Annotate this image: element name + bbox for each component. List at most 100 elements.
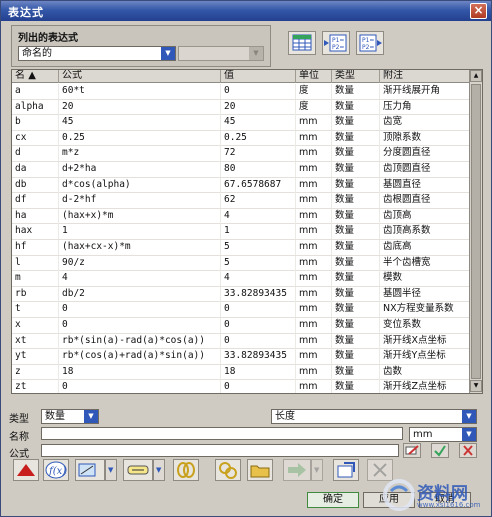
table-row[interactable]: yt rb*(cos(a)+rad(a)*sin(a)) 33.82893435 mm… <box>12 349 470 365</box>
table-cell: 0 <box>221 318 296 333</box>
watermark: 资料网 www.xsi1616.com <box>381 477 491 515</box>
column-header-comment[interactable]: 附注 <box>380 70 470 83</box>
type-dropdown[interactable]: 数量 ▼ <box>41 409 99 424</box>
table-cell: 模数 <box>380 271 470 287</box>
name-input[interactable] <box>41 427 403 440</box>
table-cell: 67.6578687 <box>221 177 296 193</box>
table-cell: 数量 <box>332 146 380 162</box>
table-cell: b <box>12 115 59 131</box>
table-row[interactable]: rb db/2 33.82893435 mm 数量 基圆半径 <box>12 286 470 303</box>
function-button[interactable]: f(x) <box>43 459 69 481</box>
table-row[interactable]: cx 0.25 0.25 mm 数量 顶隙系数 <box>12 130 470 147</box>
measure-dropdown-arrow[interactable]: ▼ <box>105 459 117 481</box>
table-row[interactable]: da d+2*ha 80 mm 数量 齿顶圆直径 <box>12 162 470 178</box>
chevron-down-icon[interactable]: ▼ <box>462 410 476 423</box>
table-cell: 80 <box>221 162 296 177</box>
table-row[interactable]: t 0 0 mm 数量 NX方程变量系数 <box>12 302 470 318</box>
table-cell: 4 <box>59 271 221 287</box>
table-cell: 0 <box>59 318 221 333</box>
reference-button[interactable] <box>123 459 153 481</box>
expressions-table[interactable]: 名 ▲ 公式 值 单位 类型 附注 a 60*t 0 度数量 渐开线展开角 alpha 20… <box>11 69 483 394</box>
table-row[interactable]: d m*z 72 mm 数量 分度圆直径 <box>12 146 470 162</box>
column-header-unit[interactable]: 单位 <box>296 70 332 83</box>
table-cell: 渐开线展开角 <box>380 84 470 99</box>
refresh-button[interactable] <box>333 459 359 481</box>
chevron-down-icon[interactable]: ▼ <box>84 410 98 423</box>
move-up-button[interactable] <box>13 459 39 481</box>
spreadsheet-icon <box>292 34 312 51</box>
accept-edit-button[interactable] <box>431 443 449 458</box>
table-cell: 1 <box>221 224 296 240</box>
table-cell: 数量 <box>332 240 380 255</box>
scroll-up-icon[interactable]: ▲ <box>470 70 482 82</box>
scroll-down-icon[interactable]: ▼ <box>470 380 482 392</box>
table-cell: 数量 <box>332 364 380 380</box>
table-row[interactable]: xt rb*(sin(a)-rad(a)*cos(a)) 0 mm 数量 渐开线X点坐标 <box>12 333 470 350</box>
table-cell: yt <box>12 349 59 365</box>
checkmark-icon <box>434 445 446 457</box>
vertical-scrollbar[interactable]: ▲ ▼ <box>469 70 482 393</box>
export-expressions-button[interactable]: P1= P2= <box>356 31 384 55</box>
table-row[interactable]: df d-2*hf 62 mm 数量 齿根圆直径 <box>12 193 470 209</box>
table-cell: hax <box>12 224 59 240</box>
table-row[interactable]: x 0 0 mm 数量 变位系数 <box>12 318 470 334</box>
filter-dropdown[interactable]: 命名的 ▼ <box>18 46 176 61</box>
import-expressions-button[interactable]: P1= P2= <box>322 31 350 55</box>
column-header-value[interactable]: 值 <box>221 70 296 83</box>
table-row[interactable]: alpha 20 20 度数量 压力角 <box>12 99 470 116</box>
table-cell: mm <box>296 349 332 365</box>
table-row[interactable]: hf (hax+cx-x)*m 5 mm 数量 齿底高 <box>12 240 470 256</box>
table-row[interactable]: zt 0 0 mm 数量 渐开线Z点坐标 <box>12 380 470 393</box>
column-header-name[interactable]: 名 ▲ <box>12 70 59 83</box>
table-cell: 数量 <box>332 115 380 131</box>
svg-text:P2=: P2= <box>332 44 344 51</box>
formula-input[interactable] <box>41 444 399 457</box>
name-label: 名称 <box>9 432 29 443</box>
table-row[interactable]: b 45 45 mm 数量 齿宽 <box>12 115 470 131</box>
measure-button[interactable] <box>75 459 105 481</box>
table-cell: 数量 <box>332 208 380 224</box>
table-row[interactable]: z 18 18 mm 数量 齿数 <box>12 364 470 381</box>
table-cell: 1 <box>59 224 221 240</box>
ok-button[interactable]: 确定 <box>307 492 359 508</box>
table-row[interactable]: a 60*t 0 度数量 渐开线展开角 <box>12 84 470 100</box>
table-header: 名 ▲ 公式 值 单位 类型 附注 <box>12 70 470 83</box>
edit-link-button[interactable] <box>215 459 241 481</box>
table-cell: rb*(cos(a)+rad(a)*sin(a)) <box>59 349 221 365</box>
chevron-down-icon[interactable]: ▼ <box>161 47 175 60</box>
svg-text:P2=: P2= <box>362 44 374 51</box>
table-cell: d <box>12 146 59 162</box>
dimension-dropdown[interactable]: 长度 ▼ <box>271 409 477 424</box>
title-bar[interactable]: 表达式 × <box>1 1 491 21</box>
table-row[interactable]: db d*cos(alpha) 67.6578687 mm 数量 基圆直径 <box>12 177 470 194</box>
table-cell: 45 <box>59 115 221 131</box>
edit-formula-button[interactable] <box>403 443 421 458</box>
column-header-formula[interactable]: 公式 <box>59 70 221 83</box>
table-cell: 0 <box>221 84 296 99</box>
table-row[interactable]: ha (hax+x)*m 4 mm 数量 齿顶高 <box>12 208 470 225</box>
column-header-type[interactable]: 类型 <box>332 70 380 83</box>
table-row[interactable]: l 90/z 5 mm 数量 半个齿槽宽 <box>12 255 470 272</box>
open-file-button[interactable] <box>247 459 273 481</box>
scrollbar-thumb[interactable] <box>471 84 481 379</box>
table-cell: 数量 <box>332 302 380 318</box>
table-cell: 齿底高 <box>380 240 470 255</box>
table-row[interactable]: hax 1 1 mm 数量 齿顶高系数 <box>12 224 470 240</box>
table-cell: 渐开线X点坐标 <box>380 333 470 349</box>
close-button[interactable]: × <box>470 3 487 19</box>
table-cell: 数量 <box>332 286 380 302</box>
reject-edit-button[interactable] <box>459 443 477 458</box>
unit-dropdown[interactable]: mm ▼ <box>409 427 477 442</box>
table-cell: 数量 <box>332 193 380 209</box>
chevron-down-icon[interactable]: ▼ <box>462 428 476 441</box>
spreadsheet-edit-button[interactable] <box>288 31 316 55</box>
table-cell: mm <box>296 380 332 393</box>
table-cell: mm <box>296 177 332 193</box>
create-link-button[interactable] <box>173 459 199 481</box>
reference-dropdown-arrow[interactable]: ▼ <box>153 459 165 481</box>
sort-ascending-icon: ▲ <box>28 70 36 81</box>
table-cell: zt <box>12 380 59 393</box>
svg-text:P1=: P1= <box>332 37 344 44</box>
table-row[interactable]: m 4 4 mm 数量 模数 <box>12 271 470 287</box>
table-cell: 数量 <box>332 333 380 349</box>
